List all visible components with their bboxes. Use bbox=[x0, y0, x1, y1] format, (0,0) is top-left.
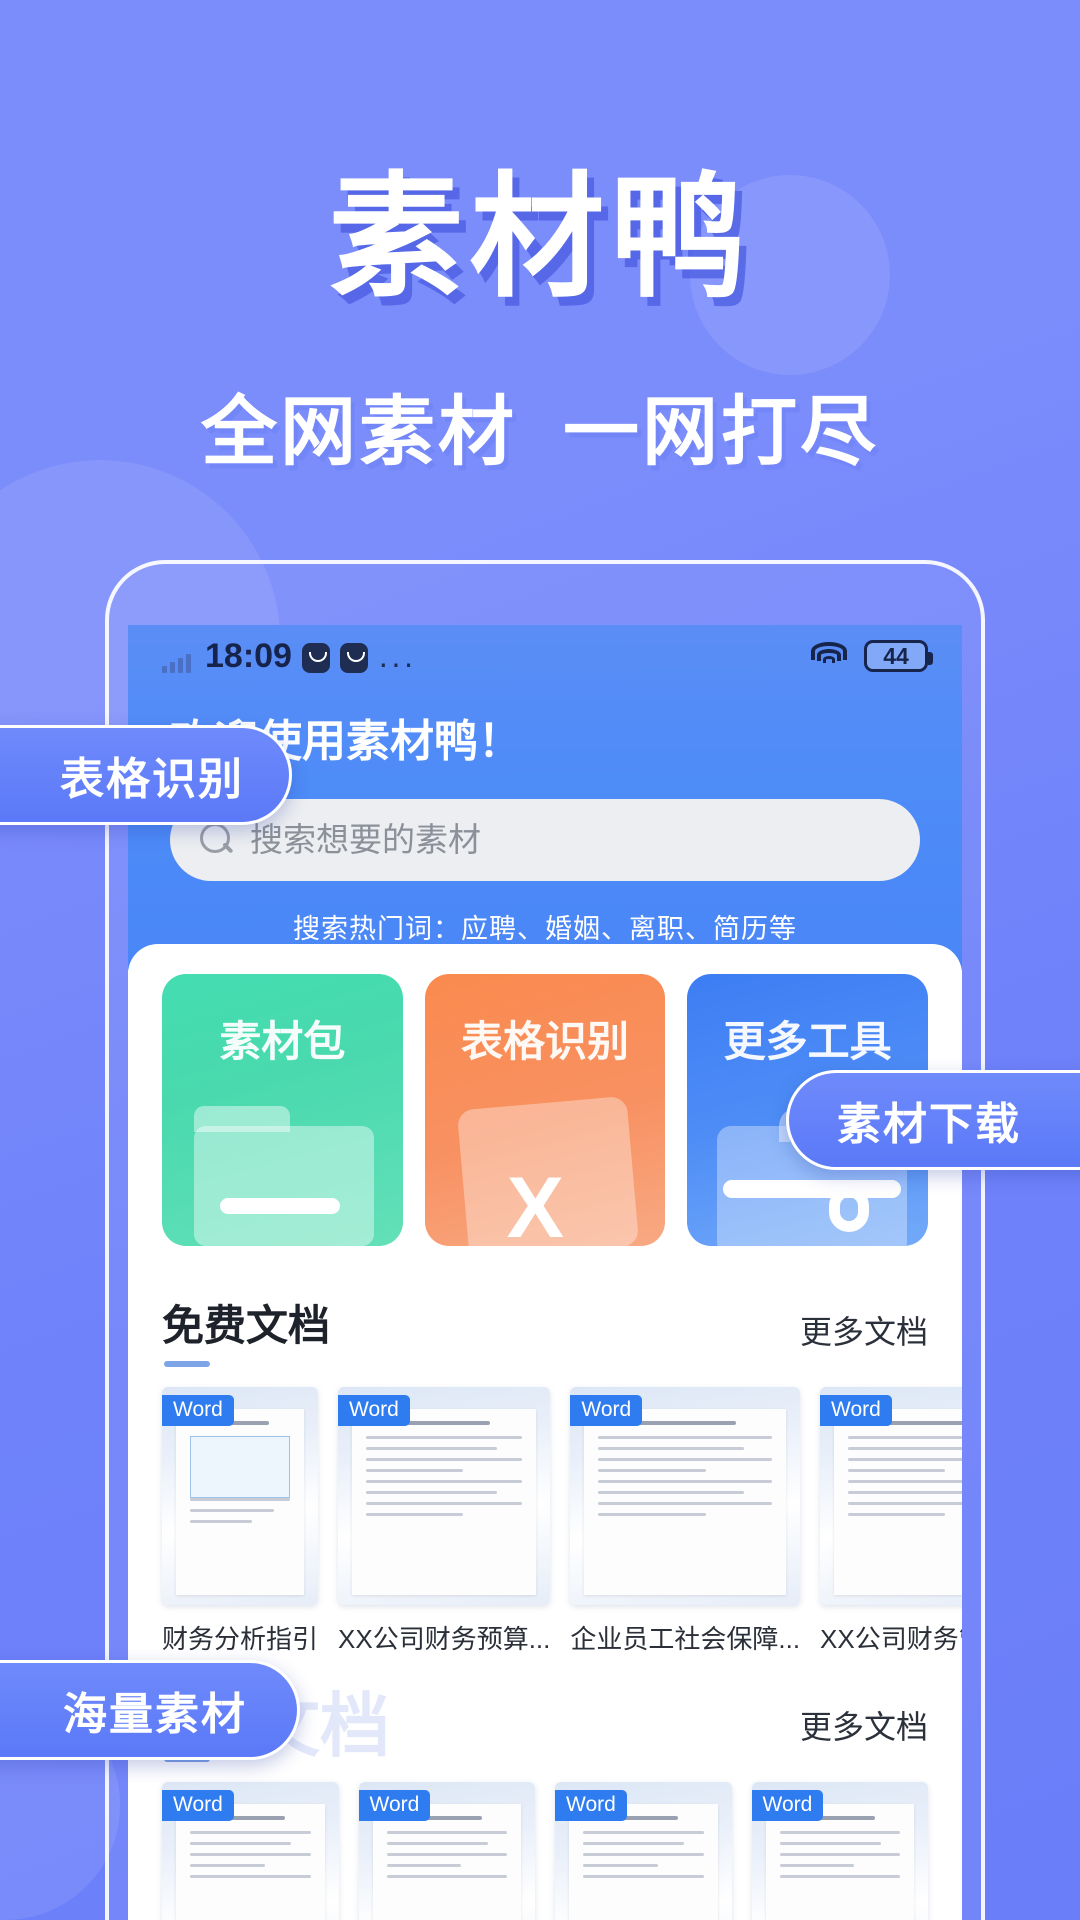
wifi-icon bbox=[810, 642, 848, 670]
signal-bars-icon bbox=[162, 653, 191, 673]
hot-words-text: 搜索热门词：应聘、婚姻、离职、简历等 bbox=[293, 914, 797, 944]
feature-card-label: 更多工具 bbox=[723, 1018, 892, 1065]
doc-title: 财务分析指引 bbox=[162, 1624, 319, 1654]
doc-section-title: 免费文档 bbox=[162, 1292, 330, 1367]
hero-subtitle-left: 全网素材 bbox=[201, 390, 517, 475]
doc-preview bbox=[584, 1409, 787, 1595]
folder-icon bbox=[194, 1106, 374, 1246]
doc-thumbnail: Word bbox=[751, 1782, 928, 1920]
status-bar-right: 44 bbox=[810, 640, 933, 672]
doc-card[interactable]: Word 企业员工社会保障... bbox=[570, 1387, 801, 1656]
badge-massive-materials[interactable]: 海量素材 bbox=[0, 1660, 300, 1760]
doc-card[interactable]: Word XX公司财务管理... bbox=[820, 1387, 962, 1656]
doc-preview bbox=[569, 1804, 718, 1920]
badge-table-recognition[interactable]: 表格识别 bbox=[0, 725, 292, 825]
doc-preview bbox=[765, 1804, 914, 1920]
doc-title: XX公司财务管理... bbox=[820, 1624, 962, 1654]
doc-thumbnail: Word bbox=[162, 1782, 339, 1920]
doc-grid: Word 财务分析指引 Word XX公司财务预算... Word 企业员工社会… bbox=[162, 1387, 962, 1656]
doc-section: 免费文档 更多文档 Word 财务分析指引 Word XX公司财务预算... W… bbox=[162, 1292, 962, 1656]
feature-card-label: 表格识别 bbox=[461, 1018, 630, 1065]
doc-thumbnail: Word bbox=[162, 1387, 319, 1605]
doc-card[interactable]: Word bbox=[358, 1782, 535, 1920]
doc-preview bbox=[352, 1409, 537, 1595]
app-badge-icon bbox=[301, 643, 330, 673]
file-type-badge: Word bbox=[162, 1395, 234, 1426]
doc-title: 企业员工社会保障... bbox=[570, 1624, 801, 1654]
status-bar-left: 18:09 ··· bbox=[162, 637, 416, 681]
doc-card[interactable]: Word XX公司财务预算... bbox=[338, 1387, 551, 1656]
doc-card[interactable]: Word bbox=[751, 1782, 928, 1920]
status-bar: 18:09 ··· 44 bbox=[128, 625, 962, 687]
file-type-badge: Word bbox=[751, 1790, 824, 1821]
promo-page: 素材鸭 全网素材 一网打尽 文档 18:09 ··· 44 欢迎使用素材鸭！ 搜… bbox=[0, 0, 1080, 1920]
doc-section-more-link[interactable]: 更多文档 bbox=[800, 1307, 928, 1353]
status-more-icon: ··· bbox=[377, 644, 416, 681]
excel-x-icon: X bbox=[456, 1095, 639, 1246]
hero-subtitle-right: 一网打尽 bbox=[563, 390, 879, 475]
search-input[interactable] bbox=[250, 821, 890, 859]
feature-card-table-recognition[interactable]: 表格识别 X bbox=[424, 974, 666, 1246]
battery-icon: 44 bbox=[864, 640, 933, 672]
doc-thumbnail: Word bbox=[570, 1387, 801, 1605]
doc-card[interactable]: Word bbox=[162, 1782, 339, 1920]
doc-grid: Word Word Word Word bbox=[162, 1782, 928, 1920]
battery-level: 44 bbox=[883, 642, 909, 669]
file-type-badge: Word bbox=[820, 1395, 892, 1426]
search-icon bbox=[200, 823, 234, 857]
doc-card[interactable]: Word bbox=[555, 1782, 732, 1920]
feature-card-material-pack[interactable]: 素材包 bbox=[162, 974, 403, 1246]
doc-section-head: 免费文档 更多文档 bbox=[162, 1292, 928, 1367]
doc-thumbnail: Word bbox=[820, 1387, 962, 1605]
hero-subtitle: 全网素材 一网打尽 bbox=[0, 370, 1080, 480]
badge-material-download[interactable]: 素材下载 bbox=[786, 1070, 1080, 1170]
doc-section-more-link[interactable]: 更多文档 bbox=[800, 1702, 928, 1748]
doc-card[interactable]: Word 财务分析指引 bbox=[162, 1387, 319, 1656]
file-type-badge: Word bbox=[338, 1395, 410, 1426]
doc-preview bbox=[372, 1804, 521, 1920]
doc-preview bbox=[176, 1804, 325, 1920]
hero-title: 素材鸭 bbox=[328, 162, 752, 313]
file-type-badge: Word bbox=[555, 1790, 627, 1821]
status-time: 18:09 bbox=[205, 637, 292, 675]
app-badge-icon bbox=[339, 643, 368, 673]
file-type-badge: Word bbox=[162, 1790, 234, 1821]
doc-thumbnail: Word bbox=[555, 1782, 732, 1920]
feature-card-label: 素材包 bbox=[219, 1018, 346, 1065]
doc-preview bbox=[834, 1409, 962, 1595]
file-type-badge: Word bbox=[358, 1790, 431, 1821]
file-type-badge: Word bbox=[570, 1395, 643, 1426]
doc-preview bbox=[176, 1409, 305, 1595]
search-bar[interactable] bbox=[170, 799, 920, 881]
doc-thumbnail: Word bbox=[358, 1782, 535, 1920]
doc-thumbnail: Word bbox=[338, 1387, 551, 1605]
doc-title: XX公司财务预算... bbox=[338, 1624, 551, 1654]
